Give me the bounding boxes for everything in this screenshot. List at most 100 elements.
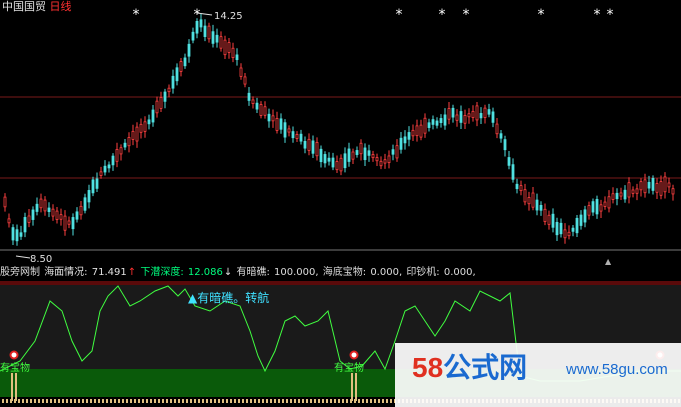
candle [575,214,579,238]
candle [219,31,223,52]
candle [499,129,503,143]
candle [395,139,399,162]
candle [427,118,431,132]
candle [503,135,507,157]
candle [39,193,43,213]
candle [279,113,283,134]
reef-label: 有暗礁: [236,267,270,278]
candle [331,152,335,171]
sea-surface-value: 71.491 [91,267,127,278]
candle [515,178,519,194]
candle [535,193,539,216]
candle [3,193,7,212]
candle [567,225,571,240]
candle [579,210,583,230]
candle [235,48,239,66]
candle [83,193,87,214]
candle [131,124,135,146]
candle [391,144,395,161]
candle [203,19,207,42]
candle [407,126,411,147]
candle [635,183,639,201]
candle [255,97,259,113]
candle [555,217,559,242]
candle [399,132,403,154]
star-marker: * [463,7,470,23]
candle [227,38,231,59]
candle [215,28,219,48]
candle [283,119,287,143]
candle [511,158,515,183]
candle [67,216,71,229]
stock-name: 中国国贸 [2,0,46,13]
candle [251,96,255,109]
candle [231,42,235,63]
candle [603,196,607,210]
candle [671,184,675,201]
candle [607,190,611,213]
candle [483,104,487,124]
candle [291,126,295,143]
candle [619,187,623,201]
candle [627,177,631,204]
candle [631,186,635,198]
candle [295,131,299,143]
candle [571,225,575,237]
candle [471,105,475,122]
candle [507,151,511,170]
candle [587,201,591,220]
indicator-readout: 股旁网制 海面情况: 71.491↑ 下潜深度: 12.086↓ 有暗礁: 10… [0,266,681,280]
indicator-name: 股旁网制 [0,267,40,278]
treasure-value: 0.000, [370,267,403,278]
candle [379,156,383,170]
candle [551,208,555,233]
candle [311,135,315,159]
candle [71,213,75,236]
reef-value: 100.000, [274,267,319,278]
up-arrow-marker: ▲ [605,257,612,266]
candle [151,105,155,127]
candle [175,63,179,86]
candle [611,187,615,204]
candle [543,203,547,226]
candle [475,102,479,127]
candle [63,210,67,236]
candle [459,105,463,130]
candle [43,196,47,216]
star-marker: * [594,7,601,23]
candle [359,139,363,161]
money-printer-value: 0.000, [443,267,476,278]
candle [299,129,303,145]
candle [259,101,263,119]
candle [51,204,55,221]
low-price-label: 8.50 [30,254,52,265]
candle [403,130,407,150]
treasure-label: 海底宝物: [322,267,367,278]
candle [643,173,647,198]
candle [327,152,331,166]
candle [495,118,499,139]
chart-title: 中国国贸 日线 [2,0,72,13]
candle [583,205,587,228]
price-chart[interactable]: * * * * * * * * 14.25 8.50 ▲ [0,0,681,266]
candle [7,213,11,228]
candle [531,187,535,211]
sea-surface-label: 海面情况: [44,267,88,278]
candle [315,137,319,161]
period-label: 日线 [49,0,72,13]
candle [27,209,31,228]
candle [355,146,359,158]
candle [135,122,139,148]
candle [91,176,95,197]
candle [343,147,347,173]
candle [103,160,107,176]
candle [319,145,323,168]
candle [667,177,671,193]
candle [267,108,271,128]
candle [79,200,83,220]
candle [167,84,171,98]
star-marker: * [607,7,614,23]
candle [187,39,191,63]
candle [123,138,127,151]
candle [183,53,187,69]
